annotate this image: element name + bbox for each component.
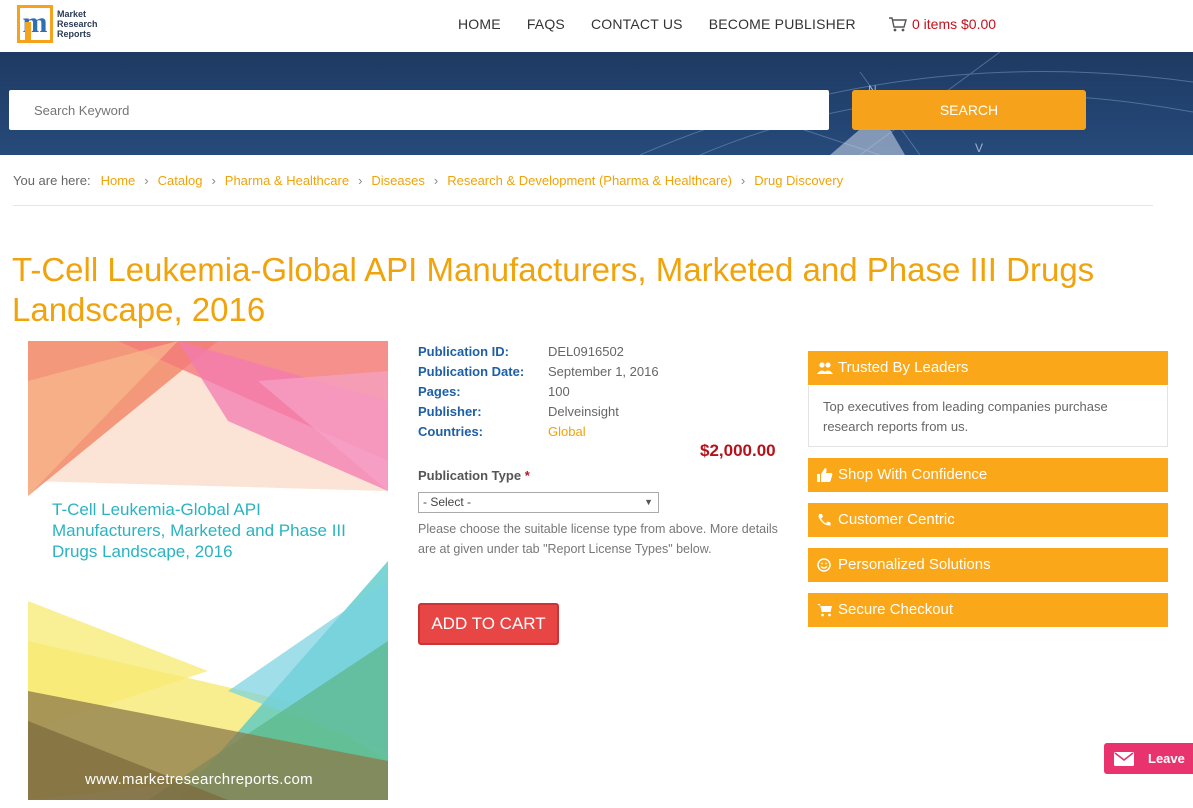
breadcrumb-separator: › bbox=[740, 173, 746, 188]
nav-home[interactable]: HOME bbox=[458, 16, 501, 32]
breadcrumb-diseases[interactable]: Diseases bbox=[371, 173, 424, 188]
svg-text:V: V bbox=[975, 141, 983, 155]
search-input[interactable] bbox=[9, 90, 829, 130]
breadcrumb-lead: You are here: bbox=[13, 173, 91, 188]
shopping-cart-icon bbox=[817, 604, 832, 617]
cart-icon bbox=[889, 16, 907, 31]
logo-mark: m bbox=[17, 5, 53, 43]
trusted-panel-body: Top executives from leading companies pu… bbox=[808, 386, 1168, 447]
breadcrumb-drug-discovery[interactable]: Drug Discovery bbox=[754, 173, 843, 188]
panel-personalized-solutions[interactable]: Personalized Solutions bbox=[808, 548, 1168, 582]
report-price: $2,000.00 bbox=[700, 441, 776, 460]
nav-faqs[interactable]: FAQS bbox=[527, 16, 565, 32]
breadcrumb-separator: › bbox=[433, 173, 439, 188]
nav-become-publisher[interactable]: BECOME PUBLISHER bbox=[709, 16, 856, 32]
select-value: - Select - bbox=[423, 495, 472, 509]
breadcrumb-divider bbox=[13, 205, 1153, 206]
users-icon bbox=[817, 362, 833, 374]
panel-secure-checkout[interactable]: Secure Checkout bbox=[808, 593, 1168, 627]
smile-icon bbox=[817, 558, 831, 572]
publication-type-select[interactable]: - Select - ▼ bbox=[418, 492, 659, 513]
license-help-text: Please choose the suitable license type … bbox=[418, 522, 778, 556]
breadcrumb-catalog[interactable]: Catalog bbox=[158, 173, 203, 188]
detail-publisher: Publisher: Delveinsight bbox=[418, 404, 619, 419]
breadcrumb-separator: › bbox=[211, 173, 216, 188]
top-header: m Market Research Reports HOME FAQS CONT… bbox=[0, 0, 1193, 52]
cart-summary[interactable]: 0 items $0.00 bbox=[889, 16, 996, 32]
breadcrumb-pharma-healthcare[interactable]: Pharma & Healthcare bbox=[225, 173, 349, 188]
phone-icon bbox=[818, 514, 831, 526]
page-title: T-Cell Leukemia-Global API Manufacturers… bbox=[12, 251, 1095, 328]
breadcrumb-separator: › bbox=[144, 173, 149, 188]
leave-message-widget[interactable]: Leave bbox=[1104, 743, 1193, 774]
main-nav: HOME FAQS CONTACT US BECOME PUBLISHER bbox=[458, 16, 882, 32]
detail-countries: Countries: Global bbox=[418, 423, 659, 443]
detail-publication-id: Publication ID: DEL0916502 bbox=[418, 344, 624, 359]
cover-url: www.marketresearchreports.com bbox=[85, 771, 313, 788]
breadcrumb: You are here: Home › Catalog › Pharma & … bbox=[13, 173, 843, 188]
search-button[interactable]: SEARCH bbox=[852, 90, 1086, 130]
breadcrumb-research-development[interactable]: Research & Development (Pharma & Healthc… bbox=[447, 173, 732, 188]
breadcrumb-home[interactable]: Home bbox=[101, 173, 136, 188]
panel-customer-centric[interactable]: Customer Centric bbox=[808, 503, 1168, 537]
report-details: Publication ID: DEL0916502 Publication D… bbox=[418, 343, 659, 443]
nav-contact-us[interactable]: CONTACT US bbox=[591, 16, 683, 32]
panel-trusted-by-leaders[interactable]: Trusted By Leaders bbox=[808, 351, 1168, 385]
search-banner: N V SEARCH bbox=[0, 52, 1193, 155]
add-to-cart-button[interactable]: ADD TO CART bbox=[418, 603, 559, 645]
panel-shop-with-confidence[interactable]: Shop With Confidence bbox=[808, 458, 1168, 492]
cart-label: 0 items $0.00 bbox=[912, 16, 997, 32]
publication-type-label: Publication Type * bbox=[418, 468, 530, 483]
required-mark: * bbox=[524, 468, 530, 483]
detail-pages: Pages: 100 bbox=[418, 384, 570, 399]
envelope-icon bbox=[1114, 751, 1134, 766]
breadcrumb-separator: › bbox=[358, 173, 363, 188]
cover-art bbox=[28, 341, 388, 800]
report-cover-image: T-Cell Leukemia-Global API Manufacturers… bbox=[28, 341, 388, 800]
detail-publication-date: Publication Date: September 1, 2016 bbox=[418, 364, 659, 379]
thumbs-up-icon bbox=[817, 468, 833, 482]
cover-title: T-Cell Leukemia-Global API Manufacturers… bbox=[52, 500, 346, 561]
site-logo[interactable]: m Market Research Reports bbox=[17, 5, 98, 43]
dropdown-arrow-icon: ▼ bbox=[644, 497, 653, 507]
logo-text: Market Research Reports bbox=[57, 9, 98, 39]
countries-link[interactable]: Global bbox=[548, 423, 586, 443]
